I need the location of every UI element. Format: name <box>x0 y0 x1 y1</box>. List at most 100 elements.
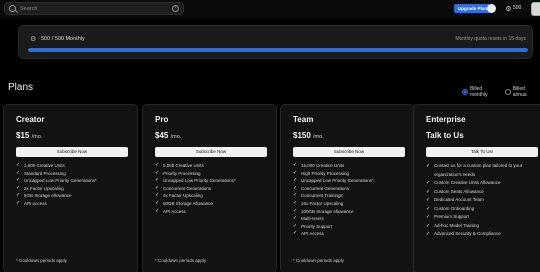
feature-text: High Priority Processing <box>301 170 350 176</box>
plans-title: Plans <box>8 82 34 93</box>
check-icon: ✓ <box>155 177 160 184</box>
check-icon: ✓ <box>426 180 431 186</box>
billing-annual-option[interactable]: Billed annua <box>504 86 540 98</box>
plan-card-creator: Creator $15 /mo. Subscribe Now ✓ 1,500 Cr… <box>3 104 138 272</box>
check-icon: ✓ <box>16 184 21 191</box>
feature-text: Custom Onboarding <box>434 205 475 211</box>
feature-text: Concurrent Generations <box>301 185 350 191</box>
check-icon: ✓ <box>293 184 298 191</box>
feature-text: Dedicated Account Team <box>434 197 484 202</box>
check-icon: ✓ <box>155 169 160 176</box>
check-icon: ✓ <box>426 197 431 203</box>
feature-text: 100GB Storage Allowance <box>301 208 354 214</box>
check-icon: ✓ <box>16 169 21 176</box>
footnote: * Cooldown periods apply <box>16 258 68 263</box>
quota-progress-bar <box>28 48 528 52</box>
feature-text: Priority Processing <box>163 170 201 176</box>
feature-text: 1,500 Creative Units <box>24 163 65 168</box>
feature-list: ✓ Contact us for a custom plan tailored t… <box>426 162 540 239</box>
feature-text: Multi-Users <box>301 216 324 222</box>
feature-item: ✓ Custom Creative Units Allowance <box>426 179 540 188</box>
feature-item: ✓ Uncapped Low Priority Generations* <box>16 177 132 185</box>
notification-icon[interactable] <box>487 4 496 13</box>
feature-item: ✓ 16x Factor Upscaling <box>293 200 409 208</box>
check-icon: ✓ <box>293 199 298 206</box>
search-box[interactable]: × <box>4 2 184 15</box>
check-icon: ✓ <box>426 231 431 237</box>
check-icon: ✓ <box>16 199 21 206</box>
billing-monthly-label: Billed monthly <box>469 86 488 98</box>
monthly-quota-card: ⚙ 500 / 500 Monthly Monthly quota resets… <box>18 25 533 59</box>
footnote: * Cooldown periods apply <box>293 258 345 263</box>
plan-price: Talk to Us <box>426 131 464 140</box>
plan-name: Creator <box>16 115 45 124</box>
subscribe-button[interactable]: Subscribe Now <box>16 147 128 157</box>
quota-label: 500 / 500 Monthly <box>41 36 85 42</box>
credits-icon: ⚙ <box>505 5 512 13</box>
feature-text: 2x Factor Upscaling <box>24 185 64 191</box>
check-icon: ✓ <box>16 177 21 184</box>
feature-text: Premium Support <box>434 214 470 219</box>
feature-item: ✓ Dedicated Account Team <box>426 196 540 205</box>
plan-price: $150 /mo. <box>293 131 324 140</box>
feature-text: 5GB Storage Allowance <box>24 193 72 199</box>
footnote: * Cooldown periods apply <box>155 258 207 263</box>
plan-card-pro: Pro $45 /mo. Subscribe Now ✓ 5,000 Creati… <box>142 104 277 272</box>
feature-item: ✓ Priority Processing <box>155 170 271 178</box>
feature-item: ✓ API Access <box>16 200 132 208</box>
subscribe-button[interactable]: Subscribe Now <box>293 147 405 157</box>
feature-list: ✓ 1,500 Creative Units ✓ Standard Processin… <box>16 162 132 208</box>
plan-card-team: Team $150 /mo. Subscribe Now ✓ 15,000 Cre… <box>280 104 415 272</box>
feature-text: Custom Seats Allowance <box>434 188 484 194</box>
check-icon: ✓ <box>426 163 431 169</box>
upgrade-plan-button[interactable]: Upgrade Plan <box>454 4 492 13</box>
feature-item: ✓ Uncapped Low Priority Generations* <box>293 177 409 185</box>
check-icon: ✓ <box>293 192 298 199</box>
top-bar: × Upgrade Plan ⚙ 500 <box>0 0 540 18</box>
check-icon: ✓ <box>293 177 298 184</box>
check-icon: ✓ <box>426 188 431 195</box>
check-icon: ✓ <box>293 222 298 229</box>
feature-item: ✓ 100GB Storage Allowance <box>293 208 409 216</box>
feature-item: ✓ Concurrent Generations <box>293 185 409 193</box>
talk-to-us-button[interactable]: Talk To Us! <box>426 147 538 157</box>
feature-item: ✓ Custom Onboarding <box>426 205 540 214</box>
feature-text: Uncapped Low Priority Generations* <box>163 178 236 184</box>
avatar[interactable] <box>531 2 540 16</box>
feature-item: ✓ 5GB Storage Allowance <box>16 192 132 200</box>
check-icon: ✓ <box>293 215 298 222</box>
feature-text: 16x Factor Upscaling <box>301 200 344 206</box>
subscribe-button[interactable]: Subscribe Now <box>155 147 267 157</box>
billing-toggle: Billed monthly Billed annua <box>462 86 540 98</box>
plan-price: $15 /mo. <box>16 131 43 140</box>
check-icon: ✓ <box>155 192 160 199</box>
feature-item: ✓ Custom Seats Allowance <box>426 188 540 197</box>
check-icon: ✓ <box>155 162 160 168</box>
feature-item: ✓ Concurrent Generations <box>155 185 271 193</box>
feature-text: Contact us for a custom plan tailored to… <box>434 163 523 177</box>
check-icon: ✓ <box>426 205 431 212</box>
feature-text: 15,000 Creative Units <box>301 163 345 168</box>
feature-text: Advanced Security & Compliance <box>434 231 501 236</box>
check-icon: ✓ <box>293 207 298 214</box>
feature-item: ✓ Concurrent Trainings <box>293 192 409 200</box>
check-icon: ✓ <box>16 192 21 199</box>
billing-monthly-option[interactable]: Billed monthly <box>462 86 501 98</box>
radio-unselected-icon[interactable] <box>504 89 511 95</box>
feature-item: ✓ Standard Processing <box>16 170 132 178</box>
radio-selected-icon[interactable] <box>462 89 468 95</box>
check-icon: ✓ <box>426 214 431 220</box>
search-input[interactable] <box>20 5 170 12</box>
check-icon: ✓ <box>155 199 160 206</box>
feature-text: API Access <box>24 200 47 206</box>
feature-item: ✓ 4x Factor Upscaling <box>155 192 271 200</box>
quota-progress-fill <box>28 48 528 52</box>
feature-item: ✓ Contact us for a custom plan tailored t… <box>426 162 540 179</box>
feature-text: Concurrent Generations <box>163 185 212 191</box>
feature-item: ✓ Multi-Users <box>293 215 409 223</box>
credits-count: 500 <box>513 5 522 11</box>
feature-text: 5,000 Creative Units <box>163 163 204 168</box>
clear-search-icon[interactable]: × <box>172 5 179 12</box>
check-icon: ✓ <box>155 207 160 214</box>
feature-item: ✓ 5,000 Creative Units <box>155 162 271 170</box>
